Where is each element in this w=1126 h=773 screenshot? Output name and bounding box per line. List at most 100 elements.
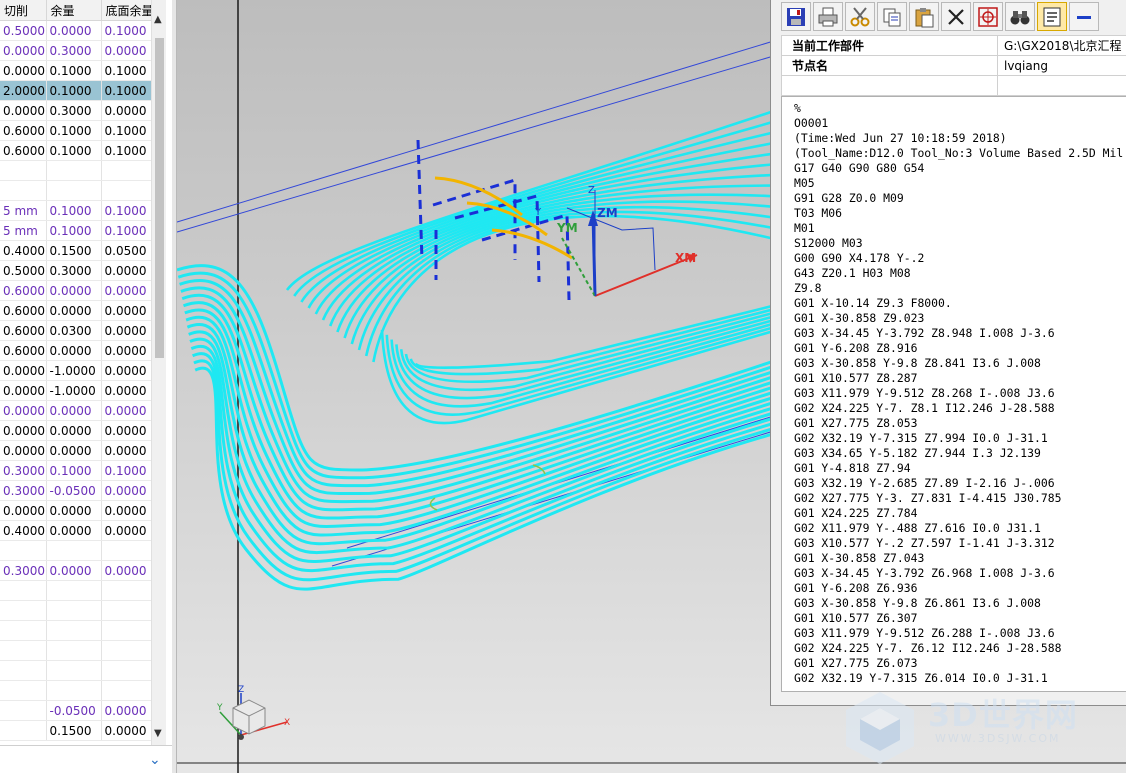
table-cell[interactable]: 0.1000: [46, 140, 102, 161]
table-cell[interactable]: [46, 540, 102, 561]
table-cell[interactable]: 0.5000: [0, 260, 47, 281]
find-button[interactable]: [1005, 2, 1035, 31]
table-row[interactable]: 0.5000 0.3000 0.0000: [0, 260, 152, 281]
table-row[interactable]: 0.3000 0.1000 0.1000: [0, 460, 152, 481]
table-cell[interactable]: 0.6000: [0, 140, 47, 161]
table-cell[interactable]: 0.0000: [46, 340, 102, 361]
table-cell[interactable]: 0.0000: [46, 560, 102, 581]
table-cell[interactable]: [46, 600, 102, 621]
table-row[interactable]: 0.6000 0.0300 0.0000: [0, 320, 152, 341]
vertical-scrollbar[interactable]: ▲ ▼: [151, 0, 166, 745]
table-cell[interactable]: [101, 600, 152, 621]
table-cell[interactable]: 5 mm: [0, 220, 47, 241]
table-cell[interactable]: [0, 180, 47, 201]
table-cell[interactable]: 0.0000: [46, 420, 102, 441]
collapse-button[interactable]: [1069, 2, 1099, 31]
table-cell[interactable]: 0.1000: [101, 200, 152, 221]
table-cell[interactable]: [0, 620, 47, 641]
table-row[interactable]: 2.0000 0.1000 0.1000: [0, 80, 152, 101]
table-row[interactable]: 0.0000 0.0000 0.0000: [0, 440, 152, 461]
table-cell[interactable]: 0.3000: [0, 560, 47, 581]
table-cell[interactable]: 0.0000: [0, 500, 47, 521]
table-cell[interactable]: 0.6000: [0, 320, 47, 341]
column-header-floor-stock[interactable]: 底面余量: [101, 0, 152, 21]
table-cell[interactable]: [0, 640, 47, 661]
table-cell[interactable]: 0.3000: [46, 260, 102, 281]
table-cell[interactable]: 0.1000: [101, 60, 152, 81]
table-cell[interactable]: [46, 680, 102, 701]
table-row[interactable]: 0.0000 0.0000 0.0000: [0, 400, 152, 421]
table-cell[interactable]: 0.1000: [46, 460, 102, 481]
table-row[interactable]: 0.6000 0.0000 0.0000: [0, 280, 152, 301]
table-cell[interactable]: 0.0000: [101, 360, 152, 381]
chevron-down-icon[interactable]: ⌄: [149, 752, 161, 768]
cut-button[interactable]: [845, 2, 875, 31]
column-header-cut[interactable]: 切削: [0, 0, 47, 21]
table-cell[interactable]: [0, 160, 47, 181]
table-cell[interactable]: 0.0000: [101, 720, 152, 741]
table-cell[interactable]: 0.4000: [0, 520, 47, 541]
table-row[interactable]: 0.0000 -1.0000 0.0000: [0, 360, 152, 381]
table-cell[interactable]: 0.0500: [101, 240, 152, 261]
table-cell[interactable]: [101, 580, 152, 601]
table-cell[interactable]: 0.0000: [101, 260, 152, 281]
table-row[interactable]: 0.0000 0.0000 0.0000: [0, 500, 152, 521]
table-cell[interactable]: 0.0000: [101, 340, 152, 361]
table-cell[interactable]: 0.1000: [46, 200, 102, 221]
table-cell[interactable]: 0.0000: [46, 520, 102, 541]
table-row[interactable]: [0, 680, 152, 701]
table-cell[interactable]: 0.3000: [46, 100, 102, 121]
table-row[interactable]: -0.0500 0.0000: [0, 700, 152, 721]
table-cell[interactable]: 0.1000: [101, 20, 152, 41]
view-orientation-triad[interactable]: X Y Z: [216, 685, 290, 740]
table-row[interactable]: [0, 580, 152, 601]
table-row[interactable]: 5 mm 0.1000 0.1000: [0, 200, 152, 221]
table-cell[interactable]: 0.0000: [0, 380, 47, 401]
table-cell[interactable]: 0.0000: [101, 700, 152, 721]
table-cell[interactable]: 0.1500: [46, 240, 102, 261]
table-cell[interactable]: 0.0000: [0, 420, 47, 441]
word-wrap-button[interactable]: [1037, 2, 1067, 31]
table-cell[interactable]: 0.0000: [46, 280, 102, 301]
table-cell[interactable]: [101, 540, 152, 561]
table-row[interactable]: 0.0000 0.1000 0.1000: [0, 60, 152, 81]
property-value[interactable]: [997, 75, 1126, 96]
table-cell[interactable]: [101, 620, 152, 641]
table-cell[interactable]: [0, 700, 47, 721]
table-cell[interactable]: 0.1000: [46, 120, 102, 141]
table-cell[interactable]: -0.0500: [46, 480, 102, 501]
table-cell[interactable]: 0.1000: [101, 80, 152, 101]
table-cell[interactable]: 0.3000: [0, 480, 47, 501]
table-cell[interactable]: 0.0000: [0, 100, 47, 121]
table-cell[interactable]: [0, 660, 47, 681]
table-cell[interactable]: 0.6000: [0, 120, 47, 141]
table-cell[interactable]: 0.0000: [0, 60, 47, 81]
table-row[interactable]: [0, 640, 152, 661]
table-cell[interactable]: [101, 160, 152, 181]
table-cell[interactable]: [0, 580, 47, 601]
table-cell[interactable]: 0.0000: [101, 560, 152, 581]
table-row[interactable]: 0.3000 0.0000 0.0000: [0, 560, 152, 581]
table-cell[interactable]: 0.0000: [0, 400, 47, 421]
table-cell[interactable]: 0.0000: [101, 40, 152, 61]
table-cell[interactable]: 0.1000: [46, 220, 102, 241]
table-cell[interactable]: [0, 540, 47, 561]
table-cell[interactable]: 0.1000: [101, 460, 152, 481]
table-cell[interactable]: [101, 640, 152, 661]
target-button[interactable]: [973, 2, 1003, 31]
table-row[interactable]: [0, 540, 152, 561]
table-cell[interactable]: [101, 660, 152, 681]
table-cell[interactable]: 0.0000: [101, 440, 152, 461]
table-cell[interactable]: 0.6000: [0, 340, 47, 361]
table-cell[interactable]: [101, 180, 152, 201]
table-cell[interactable]: 0.1500: [46, 720, 102, 741]
table-cell[interactable]: 0.0000: [101, 520, 152, 541]
table-cell[interactable]: 0.4000: [0, 240, 47, 261]
table-cell[interactable]: 0.0000: [101, 300, 152, 321]
table-row[interactable]: 5 mm 0.1000 0.1000: [0, 220, 152, 241]
table-row[interactable]: 0.0000 -1.0000 0.0000: [0, 380, 152, 401]
table-cell[interactable]: 0.1000: [101, 120, 152, 141]
table-row[interactable]: [0, 600, 152, 621]
table-cell[interactable]: [46, 620, 102, 641]
scrollbar-thumb[interactable]: [155, 38, 164, 358]
